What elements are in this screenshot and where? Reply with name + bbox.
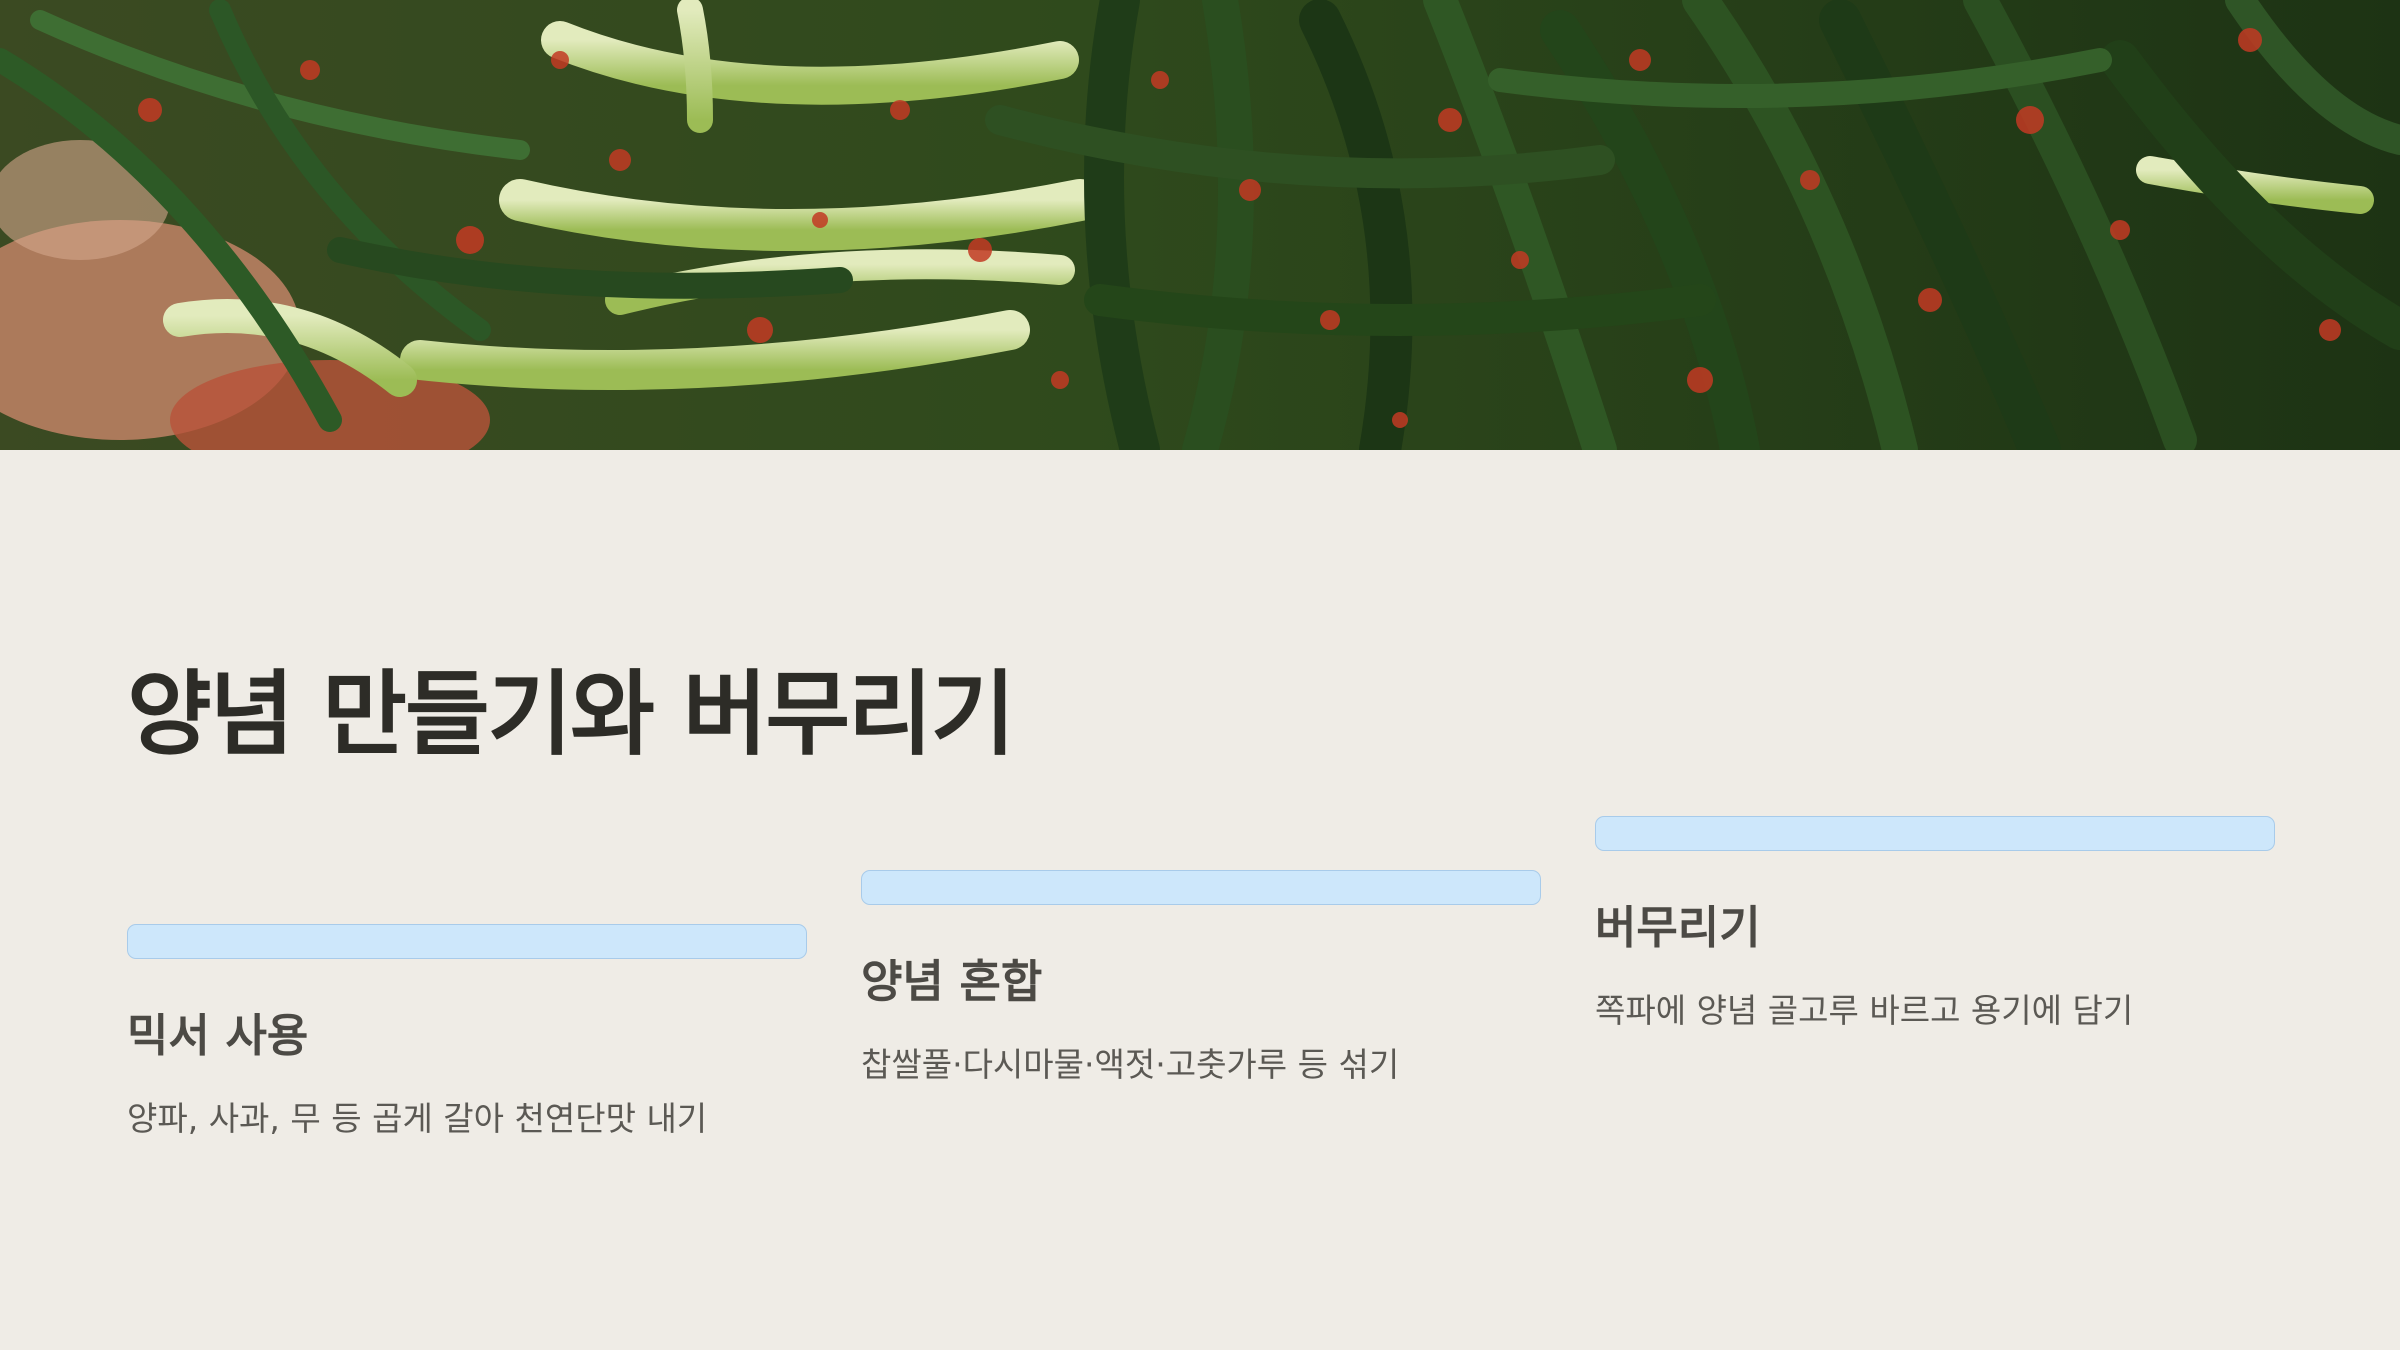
- card-coating: 버무리기 쪽파에 양념 골고루 바르고 용기에 담기: [1595, 816, 2275, 1032]
- slide-title: 양념 만들기와 버무리기: [127, 661, 1015, 768]
- card-description: 양파, 사과, 무 등 곱게 갈아 천연단맛 내기: [127, 1099, 708, 1138]
- card-mixer: 믹서 사용 양파, 사과, 무 등 곱게 갈아 천연단맛 내기: [127, 924, 807, 1140]
- hero-image: [0, 0, 2400, 450]
- card-accent-bar: [861, 870, 1541, 905]
- card-accent-bar: [127, 924, 807, 959]
- card-heading: 버무리기: [1595, 901, 1761, 954]
- slide: 양념 만들기와 버무리기 믹서 사용 양파, 사과, 무 등 곱게 갈아 천연단…: [0, 0, 2400, 1350]
- card-accent-bar: [1595, 816, 2275, 851]
- card-heading: 믹서 사용: [127, 1009, 309, 1062]
- card-description: 쪽파에 양념 골고루 바르고 용기에 담기: [1595, 991, 2134, 1030]
- kimchi-photo: [0, 0, 2400, 450]
- card-heading: 양념 혼합: [861, 955, 1043, 1008]
- card-description: 찹쌀풀·다시마물·액젓·고춧가루 등 섞기: [861, 1045, 1400, 1084]
- card-seasoning-mix: 양념 혼합 찹쌀풀·다시마물·액젓·고춧가루 등 섞기: [861, 870, 1541, 1086]
